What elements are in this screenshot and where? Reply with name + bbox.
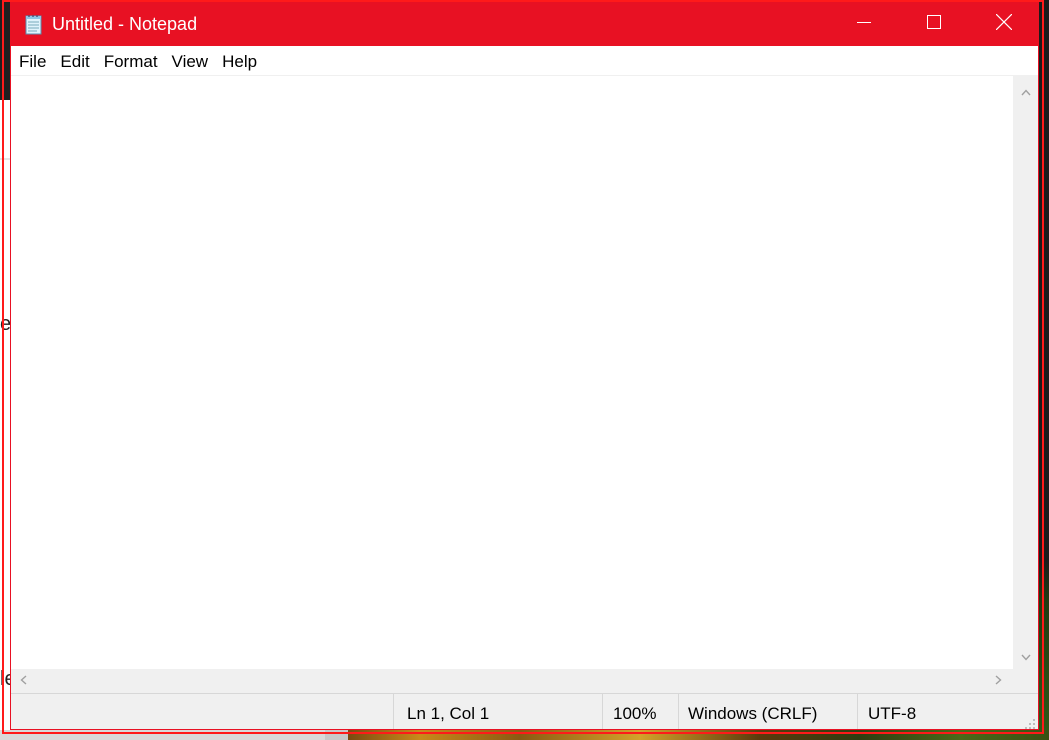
- close-button[interactable]: [969, 3, 1039, 46]
- maximize-icon: [927, 15, 941, 34]
- chevron-up-icon: [1020, 83, 1031, 101]
- menu-format[interactable]: Format: [97, 46, 165, 75]
- notepad-window: Untitled - Notepad File Edit Format View…: [10, 2, 1039, 730]
- vertical-scrollbar[interactable]: [1013, 75, 1038, 669]
- menu-bar: File Edit Format View Help: [11, 46, 1038, 75]
- status-cursor-position: Ln 1, Col 1: [393, 694, 602, 729]
- chevron-right-icon: [995, 672, 1002, 690]
- horizontal-scrollbar[interactable]: [11, 669, 1013, 693]
- status-bar: Ln 1, Col 1 100% Windows (CRLF) UTF-8: [11, 693, 1038, 729]
- menu-file[interactable]: File: [11, 46, 53, 75]
- background-bottom-strip: [0, 730, 1049, 740]
- editor-textarea[interactable]: [11, 76, 1013, 669]
- resize-grip-icon[interactable]: [1024, 715, 1036, 729]
- menu-view[interactable]: View: [165, 46, 216, 75]
- status-encoding: UTF-8: [857, 694, 1038, 729]
- maximize-button[interactable]: [899, 3, 969, 46]
- scroll-up-button[interactable]: [1013, 79, 1038, 104]
- status-line-ending: Windows (CRLF): [678, 694, 857, 729]
- scrollbar-corner: [1013, 669, 1038, 693]
- menu-help[interactable]: Help: [215, 46, 264, 75]
- close-icon: [995, 13, 1013, 35]
- window-title: Untitled - Notepad: [52, 14, 198, 34]
- menu-edit[interactable]: Edit: [53, 46, 96, 75]
- chevron-down-icon: [1020, 648, 1031, 666]
- background-right-strip: [1039, 0, 1049, 740]
- minimize-icon: [857, 15, 871, 34]
- scroll-down-button[interactable]: [1013, 644, 1038, 669]
- scroll-right-button[interactable]: [986, 669, 1011, 693]
- status-zoom: 100%: [602, 694, 678, 729]
- title-bar[interactable]: Untitled - Notepad: [11, 3, 1038, 46]
- chevron-left-icon: [20, 672, 27, 690]
- notepad-icon[interactable]: [24, 13, 44, 35]
- scroll-left-button[interactable]: [11, 669, 36, 693]
- minimize-button[interactable]: [829, 3, 899, 46]
- text-editor[interactable]: [11, 75, 1013, 669]
